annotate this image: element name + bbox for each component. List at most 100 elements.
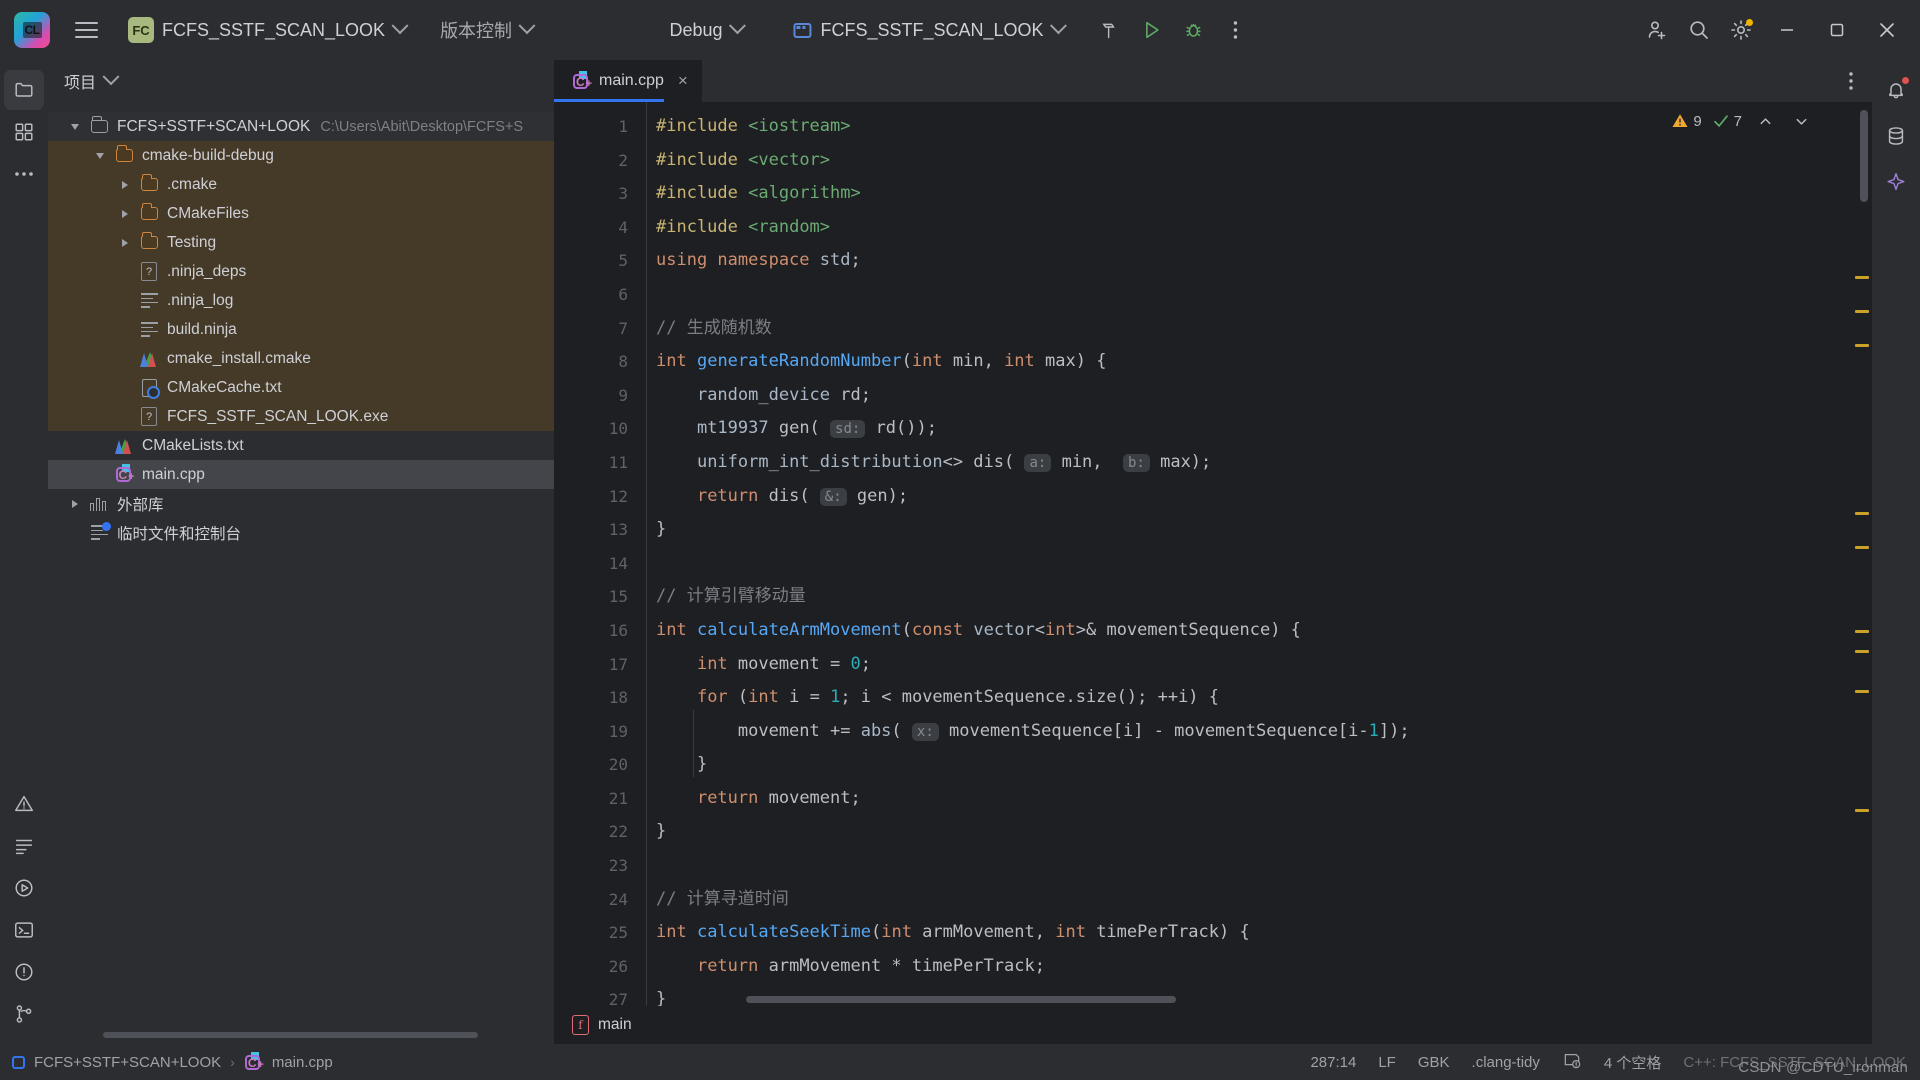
hammer-icon[interactable] — [1091, 13, 1129, 47]
tree-node[interactable]: cmake-build-debug — [48, 141, 554, 170]
code-line[interactable]: mt19937 gen( sd: rd()); — [646, 412, 1850, 446]
code-line[interactable]: movement += abs( x: movementSequence[i] … — [646, 715, 1850, 749]
file-encoding[interactable]: GBK — [1418, 1054, 1450, 1071]
tree-node[interactable]: CMakeLists.txt — [48, 431, 554, 460]
warning-indicator[interactable]: 9 — [1671, 112, 1702, 130]
code-line[interactable]: return armMovement * timePerTrack; — [646, 950, 1850, 984]
tree-node[interactable]: CMakeFiles — [48, 199, 554, 228]
code-line[interactable]: } — [646, 815, 1850, 849]
warning-marker[interactable] — [1855, 690, 1869, 693]
tree-node[interactable]: Testing — [48, 228, 554, 257]
chevron-down-icon[interactable] — [1788, 108, 1814, 134]
run-icon[interactable] — [1133, 13, 1171, 47]
editor-horizontal-scrollbar[interactable] — [746, 996, 1176, 1003]
inspection-widget[interactable]: 9 7 — [1671, 108, 1814, 134]
chevron-up-icon[interactable] — [1752, 108, 1778, 134]
database-icon[interactable] — [1876, 116, 1916, 156]
code-line[interactable]: } — [646, 513, 1850, 547]
sidebar-item-notifications[interactable] — [4, 952, 44, 992]
tree-node[interactable]: ? FCFS_SSTF_SCAN_LOOK.exe — [48, 402, 554, 431]
editor-vertical-scrollbar[interactable] — [1860, 110, 1868, 202]
error-stripe-marker-track[interactable] — [1850, 102, 1872, 1006]
code-line[interactable] — [646, 849, 1850, 883]
sidebar-item-problems[interactable] — [4, 784, 44, 824]
search-icon[interactable] — [1680, 13, 1718, 47]
code-viewport[interactable]: #include <iostream> #include <vector> #inc… — [646, 102, 1850, 1006]
ai-assistant-icon[interactable] — [1876, 162, 1916, 202]
sidebar-item-project[interactable] — [4, 70, 44, 110]
close-icon[interactable]: × — [678, 71, 688, 91]
tree-node[interactable]: FCFS+SSTF+SCAN+LOOK C:\Users\Abit\Desktop… — [48, 112, 554, 141]
more-vertical-icon[interactable] — [1217, 13, 1255, 47]
indent-setting[interactable]: 4 个空格 — [1604, 1052, 1662, 1073]
minimize-icon[interactable] — [1764, 7, 1810, 53]
tree-node[interactable]: ? .ninja_deps — [48, 257, 554, 286]
code-line[interactable]: for (int i = 1; i < movementSequence.siz… — [646, 681, 1850, 715]
code-line[interactable]: return movement; — [646, 782, 1850, 816]
code-line[interactable]: // 计算引臂移动量 — [646, 580, 1850, 614]
code-line[interactable]: random_device rd; — [646, 379, 1850, 413]
run-target-selector[interactable]: FCFS_SSTF_SCAN_LOOK — [789, 17, 1072, 44]
warning-marker[interactable] — [1855, 809, 1869, 812]
source-code[interactable]: #include <iostream> #include <vector> #inc… — [646, 110, 1850, 1006]
tree-node[interactable]: CMakeCache.txt — [48, 373, 554, 402]
run-configuration-selector[interactable]: Debug — [665, 17, 751, 44]
chevron-down-icon[interactable] — [87, 152, 113, 160]
chevron-right-icon[interactable] — [112, 180, 138, 189]
project-pane-header[interactable]: 项目 — [48, 60, 554, 102]
code-line[interactable]: uniform_int_distribution<> dis( a: min, … — [646, 446, 1850, 480]
clang-tidy-config[interactable]: .clang-tidy — [1472, 1054, 1540, 1071]
status-breadcrumb-file[interactable]: main.cpp — [272, 1054, 333, 1071]
sidebar-item-todo[interactable] — [4, 826, 44, 866]
warning-marker[interactable] — [1855, 310, 1869, 313]
warning-marker[interactable] — [1855, 546, 1869, 549]
line-separator[interactable]: LF — [1378, 1054, 1396, 1071]
tree-node[interactable]: build.ninja — [48, 315, 554, 344]
code-line[interactable] — [646, 278, 1850, 312]
warning-marker[interactable] — [1855, 650, 1869, 653]
add-user-icon[interactable] — [1638, 13, 1676, 47]
code-line[interactable]: using namespace std; — [646, 244, 1850, 278]
caret-position[interactable]: 287:14 — [1310, 1054, 1356, 1071]
settings-gear-icon[interactable] — [1722, 13, 1760, 47]
editor-breadcrumbs[interactable]: f main — [554, 1006, 1872, 1044]
tree-node[interactable]: cmake_install.cmake — [48, 344, 554, 373]
chevron-right-icon[interactable] — [62, 499, 88, 508]
chevron-down-icon[interactable] — [62, 123, 88, 131]
debug-icon[interactable] — [1175, 13, 1213, 47]
close-icon[interactable] — [1864, 7, 1910, 53]
tree-node[interactable]: C + main.cpp — [48, 460, 554, 489]
code-line[interactable]: #include <vector> — [646, 144, 1850, 178]
code-line[interactable]: // 计算寻道时间 — [646, 883, 1850, 917]
maximize-icon[interactable] — [1814, 7, 1860, 53]
status-breadcrumb-project[interactable]: FCFS+SSTF+SCAN+LOOK — [34, 1054, 221, 1071]
vcs-menu[interactable]: 版本控制 — [436, 14, 541, 46]
notifications-bell-icon[interactable] — [1876, 70, 1916, 110]
sidebar-item-structure[interactable] — [4, 112, 44, 152]
tree-node[interactable]: .cmake — [48, 170, 554, 199]
code-line[interactable]: int calculateSeekTime(int armMovement, i… — [646, 916, 1850, 950]
check-indicator[interactable]: 7 — [1712, 112, 1742, 130]
tab-main-cpp[interactable]: C + main.cpp × — [554, 60, 702, 102]
code-line[interactable]: // 生成随机数 — [646, 312, 1850, 346]
sidebar-item-run[interactable] — [4, 868, 44, 908]
project-tree-horizontal-scrollbar[interactable] — [103, 1032, 478, 1038]
warning-marker[interactable] — [1855, 512, 1869, 515]
warning-marker[interactable] — [1855, 344, 1869, 347]
sidebar-item-git-branch[interactable] — [4, 994, 44, 1034]
more-vertical-icon[interactable] — [1830, 60, 1872, 102]
chevron-right-icon[interactable] — [112, 238, 138, 247]
code-line[interactable]: int calculateArmMovement(const vector<in… — [646, 614, 1850, 648]
code-line[interactable] — [646, 547, 1850, 581]
code-line[interactable]: int movement = 0; — [646, 648, 1850, 682]
code-line[interactable]: #include <algorithm> — [646, 177, 1850, 211]
code-line[interactable]: #include <iostream> — [646, 110, 1850, 144]
sidebar-item-terminal[interactable] — [4, 910, 44, 950]
tree-node[interactable]: 临时文件和控制台 — [48, 518, 554, 547]
sidebar-item-more-tool-windows[interactable] — [4, 154, 44, 194]
inspection-widget-icon[interactable] — [1562, 1050, 1582, 1074]
warning-marker[interactable] — [1855, 276, 1869, 279]
code-line[interactable]: return dis( &: gen); — [646, 480, 1850, 514]
warning-marker[interactable] — [1855, 630, 1869, 633]
tree-node[interactable]: .ninja_log — [48, 286, 554, 315]
